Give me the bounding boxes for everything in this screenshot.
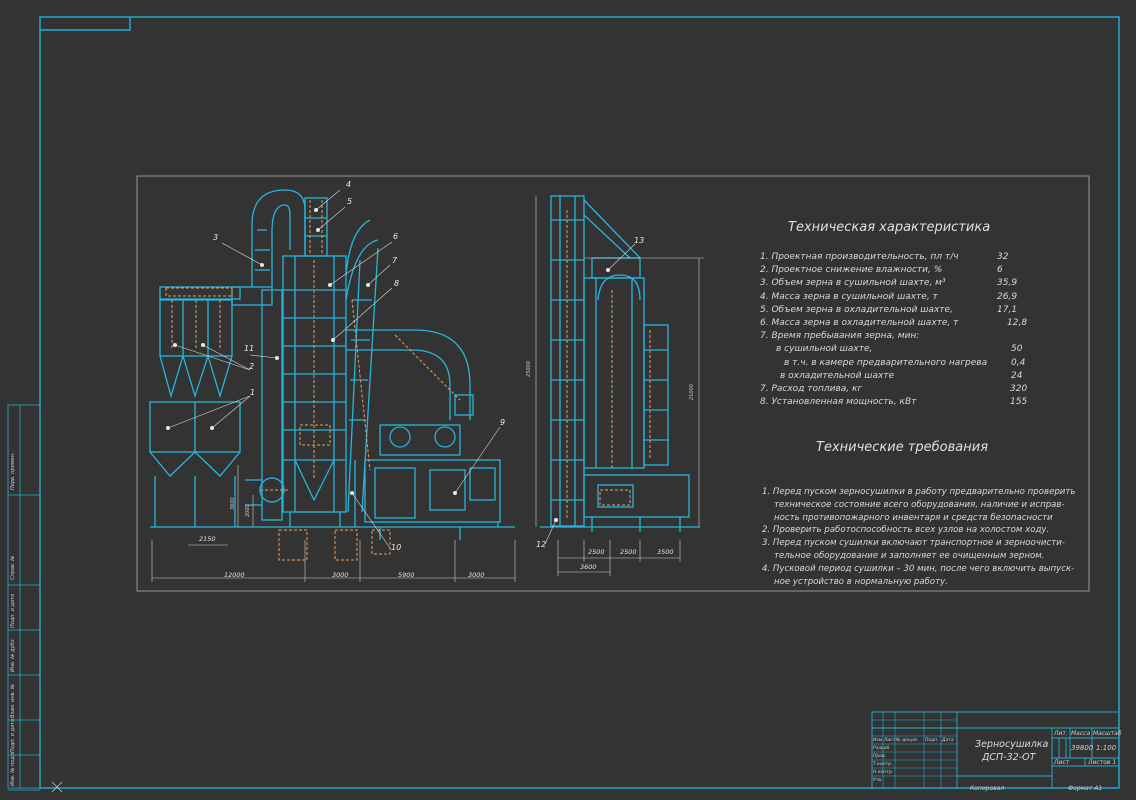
requirement-line: ность противопожарного инвентаря и средс… bbox=[774, 512, 1053, 523]
title-mass-value: 39800 bbox=[1071, 744, 1094, 752]
dim-25000: 25000 bbox=[526, 361, 532, 377]
title-name-line1: Зерносушилка bbox=[975, 739, 1049, 750]
title-col-lit: Лит. bbox=[1054, 730, 1068, 737]
title-role-row: Разраб. bbox=[873, 746, 891, 751]
callout-3: 3 bbox=[213, 233, 219, 242]
spec-row-value: 17,1 bbox=[997, 304, 1018, 315]
callout-11: 11 bbox=[244, 344, 255, 353]
side-strip-label: Перв. примен. bbox=[10, 452, 16, 490]
title-role-row: Т.контр. bbox=[873, 762, 893, 767]
dim-3000-b: 3000 bbox=[468, 571, 485, 579]
spec-row-value: 155 bbox=[1010, 397, 1028, 408]
requirements-title: Технические требования bbox=[816, 440, 989, 455]
callout-13: 13 bbox=[634, 236, 645, 245]
title-name-line2: ДСП-32-ОТ bbox=[982, 752, 1036, 763]
spec-row-label: 4. Масса зерна в сушильной шахте, т bbox=[760, 291, 938, 302]
callout-9: 9 bbox=[500, 418, 506, 427]
callout-12: 12 bbox=[536, 540, 547, 549]
title-sheets: Листов 1 bbox=[1088, 759, 1117, 766]
side-strip-label: Инв. № дубл. bbox=[10, 637, 16, 672]
spec-row-label: 7. Расход топлива, кг bbox=[760, 384, 863, 394]
requirement-line: 2. Проверить работоспособность всех узло… bbox=[762, 525, 1050, 536]
spec-row-label: 7. Время пребывания зерна, мин: bbox=[760, 331, 920, 342]
title-col-mass: Масса bbox=[1071, 730, 1091, 737]
title-change-col: Лист bbox=[884, 738, 896, 743]
requirement-line: 3. Перед пуском сушилки включают транспо… bbox=[762, 538, 1065, 549]
title-change-col: № докум. bbox=[896, 738, 919, 743]
spec-row-label: в охладительной шахте bbox=[780, 370, 895, 381]
title-sheet: Лист bbox=[1054, 759, 1070, 766]
callout-2: 2 bbox=[249, 362, 255, 371]
sheet-frame bbox=[8, 16, 1120, 791]
dim-12000: 12000 bbox=[224, 571, 245, 579]
title-role-row: Утв. bbox=[873, 778, 883, 783]
title-copied: Копировал bbox=[970, 785, 1005, 792]
title-scale-value: 1:100 bbox=[1096, 744, 1117, 752]
callout-7: 7 bbox=[392, 256, 398, 265]
callout-dots bbox=[166, 208, 610, 522]
spec-row-value: 12,8 bbox=[1007, 318, 1028, 328]
requirement-line: 4. Пусковой период сушилки – 30 мин, пос… bbox=[762, 563, 1075, 574]
title-role-row: Пров. bbox=[873, 754, 887, 759]
title-change-col: Изм bbox=[873, 738, 883, 743]
dim-2000-v: 2000 bbox=[245, 504, 251, 517]
side-hidden-lines bbox=[566, 210, 651, 520]
callout-5: 5 bbox=[347, 197, 353, 206]
dim-2150: 2150 bbox=[199, 535, 216, 543]
dim-3500: 3500 bbox=[657, 548, 674, 556]
dim-2500-a: 2500 bbox=[588, 548, 605, 556]
title-change-col: Дата bbox=[942, 738, 954, 743]
title-role-row: Н.контр. bbox=[873, 770, 894, 775]
side-view bbox=[540, 195, 700, 532]
requirement-line: ное устройство в нормальную работу. bbox=[774, 576, 949, 587]
front-view bbox=[149, 189, 515, 540]
origin-marker-icon bbox=[51, 781, 63, 793]
spec-row-value: 0,4 bbox=[1011, 357, 1026, 368]
dim-3600: 3600 bbox=[580, 563, 597, 571]
spec-row-label: в т.ч. в камере предварительного нагрева bbox=[784, 357, 988, 368]
spec-row-label: 6. Масса зерна в охладительной шахте, т bbox=[760, 318, 959, 328]
spec-row-label: в сушильной шахте, bbox=[776, 344, 873, 355]
callout-10: 10 bbox=[391, 543, 402, 552]
spec-row-label: 5. Объем зерна в охладительной шахте, bbox=[760, 304, 953, 315]
side-strip-label: Взам. инв. № bbox=[10, 684, 16, 718]
callout-8: 8 bbox=[394, 279, 400, 288]
requirement-line: тельное оборудование и заполняет ее очищ… bbox=[774, 551, 1045, 561]
hidden-lines bbox=[165, 200, 461, 561]
spec-row-value: 320 bbox=[1010, 384, 1028, 394]
dim-5900: 5900 bbox=[398, 571, 415, 579]
spec-row-value: 6 bbox=[997, 265, 1003, 276]
requirement-line: 1. Перед пуском зерносушилки в работу пр… bbox=[762, 487, 1076, 497]
title-change-col: Подп. bbox=[925, 738, 939, 743]
drawing-sheet bbox=[7, 16, 1120, 793]
spec-row-label: 2. Проектное снижение влажности, % bbox=[760, 265, 943, 276]
side-strip-label: Инв. № подл. bbox=[10, 751, 16, 787]
spec-row-label: 8. Установленная мощность, кВт bbox=[760, 397, 917, 408]
title-col-scale: Масштаб bbox=[1093, 730, 1122, 737]
spec-row-value: 32 bbox=[997, 252, 1009, 262]
dim-3600-v: 3600 bbox=[230, 497, 236, 510]
side-strip-label: Справ. № bbox=[10, 555, 16, 580]
spec-row-label: 3. Объем зерна в сушильной шахте, м³ bbox=[760, 278, 946, 289]
requirement-line: техническое состояние всего оборудования… bbox=[774, 499, 1065, 510]
spec-row-value: 26,9 bbox=[997, 291, 1018, 302]
side-strip-label: Подп. и дата bbox=[10, 718, 16, 753]
callout-1: 1 bbox=[250, 388, 256, 397]
side-strip-label: Подп. и дата bbox=[10, 593, 16, 628]
callout-6: 6 bbox=[393, 232, 399, 241]
dim-3000-a: 3000 bbox=[332, 571, 349, 579]
title-format: Формат А1 bbox=[1068, 785, 1103, 792]
spec-row-label: 1. Проектная производительность, пл т/ч bbox=[760, 252, 959, 262]
spec-row-value: 50 bbox=[1011, 344, 1023, 355]
side-dimension-lines bbox=[535, 196, 704, 576]
spec-title: Техническая характеристика bbox=[788, 220, 991, 235]
spec-row-value: 24 bbox=[1011, 370, 1023, 381]
dim-21000: 21000 bbox=[689, 384, 695, 400]
spec-row-value: 35,9 bbox=[997, 278, 1018, 289]
callout-4: 4 bbox=[346, 180, 352, 189]
dim-2500-b: 2500 bbox=[620, 548, 637, 556]
